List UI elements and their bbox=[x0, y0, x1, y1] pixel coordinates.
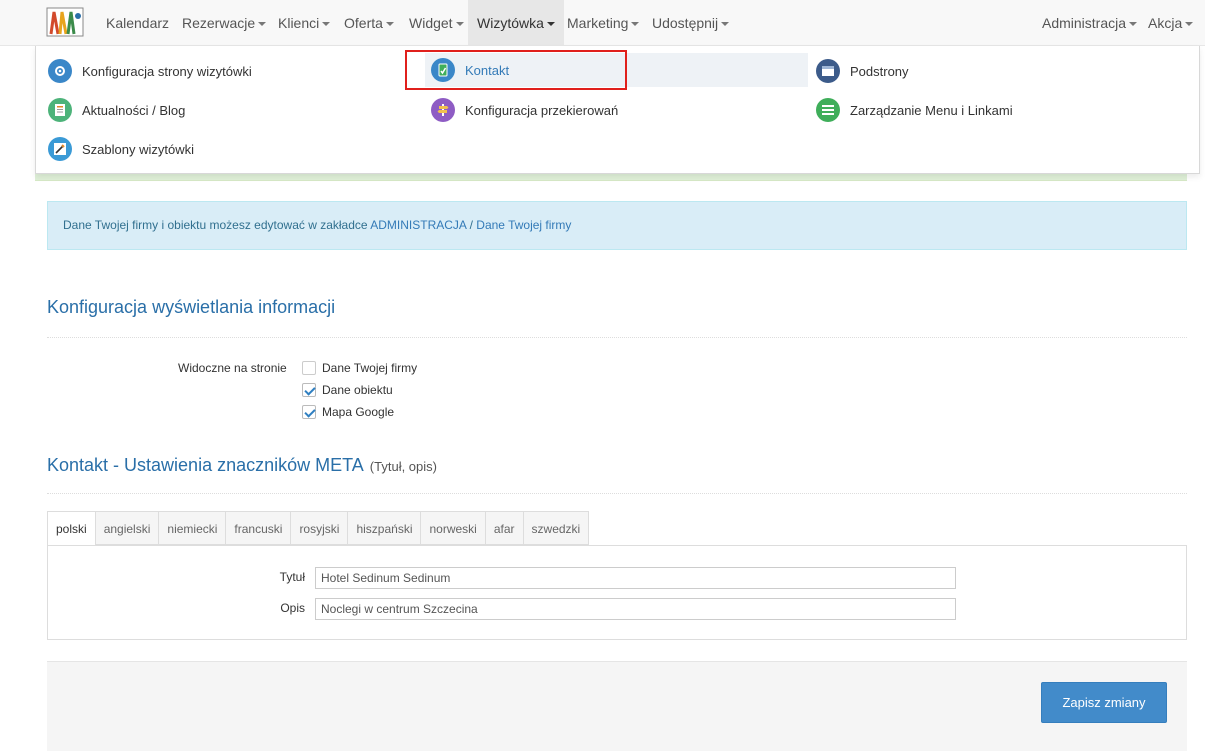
desc-input[interactable] bbox=[315, 598, 956, 620]
option-dane-firmy[interactable]: Dane Twojej firmy bbox=[302, 361, 417, 375]
caret-down-icon bbox=[385, 22, 394, 27]
desc-label: Opis bbox=[280, 601, 305, 615]
menu-zarzadzanie-menu[interactable]: Zarządzanie Menu i Linkami bbox=[816, 93, 1013, 127]
nav-akcja[interactable]: Akcja bbox=[1148, 0, 1194, 46]
language-tabs: polski angielski niemiecki francuski ros… bbox=[47, 511, 590, 546]
option-label: Mapa Google bbox=[322, 405, 395, 419]
meta-title-text: Kontakt - Ustawienia znaczników META bbox=[47, 455, 364, 475]
alert-text: Dane Twojej firmy i obiektu możesz edyto… bbox=[63, 218, 371, 232]
administracja-link[interactable]: ADMINISTRACJA bbox=[370, 218, 466, 232]
news-icon bbox=[48, 98, 72, 122]
menu-item-label: Konfiguracja strony wizytówki bbox=[82, 63, 252, 79]
nav-widget[interactable]: Widget bbox=[409, 0, 464, 46]
menu-item-label: Aktualności / Blog bbox=[82, 102, 186, 118]
nav-label: Klienci bbox=[278, 15, 320, 31]
title-label: Tytuł bbox=[279, 570, 305, 584]
caret-down-icon bbox=[721, 22, 730, 27]
meta-title: Kontakt - Ustawienia znaczników META (Tyt… bbox=[47, 455, 437, 476]
nav-label: Widget bbox=[409, 15, 453, 31]
menu-konfiguracja-strony[interactable]: Konfiguracja strony wizytówki bbox=[48, 54, 252, 88]
nav-label: Akcja bbox=[1148, 15, 1183, 31]
pencil-icon bbox=[48, 137, 72, 161]
nav-wizytowka[interactable]: Wizytówka bbox=[468, 0, 564, 46]
nav-label: Wizytówka bbox=[477, 15, 544, 31]
nav-label: Administracja bbox=[1042, 15, 1127, 31]
nav-kalendarz[interactable]: Kalendarz bbox=[106, 0, 169, 46]
nav-label: Udostępnij bbox=[652, 15, 719, 31]
menu-item-label: Zarządzanie Menu i Linkami bbox=[850, 102, 1013, 118]
nav-rezerwacje[interactable]: Rezerwacje bbox=[182, 0, 267, 46]
caret-down-icon bbox=[1185, 22, 1194, 27]
highlight-box bbox=[405, 50, 627, 90]
tab-panel: Tytuł Opis bbox=[47, 545, 1187, 640]
menu-szablony[interactable]: Szablony wizytówki bbox=[48, 132, 194, 166]
checkbox-dane-obiektu[interactable] bbox=[302, 383, 316, 397]
info-alert: Dane Twojej firmy i obiektu możesz edyto… bbox=[47, 201, 1187, 250]
visible-label: Widoczne na stronie bbox=[178, 361, 287, 375]
nav-label: Kalendarz bbox=[106, 15, 170, 31]
tab-norweski[interactable]: norweski bbox=[421, 511, 486, 545]
tab-rosyjski[interactable]: rosyjski bbox=[291, 511, 349, 545]
nav-label: Oferta bbox=[344, 15, 383, 31]
menu-przekierowania[interactable]: Konfiguracja przekierowań bbox=[431, 93, 618, 127]
form-footer: Zapisz zmiany bbox=[47, 661, 1187, 751]
alert-separator: / bbox=[466, 218, 477, 232]
signpost-icon bbox=[431, 98, 455, 122]
title-input[interactable] bbox=[315, 567, 956, 589]
logo[interactable] bbox=[46, 6, 84, 38]
divider bbox=[47, 337, 1187, 338]
window-icon bbox=[816, 59, 840, 83]
tab-niemiecki[interactable]: niemiecki bbox=[159, 511, 227, 545]
nav-administracja[interactable]: Administracja bbox=[1042, 0, 1138, 46]
tab-polski[interactable]: polski bbox=[47, 511, 96, 546]
top-navbar: Kalendarz Rezerwacje Klienci Oferta Widg… bbox=[0, 0, 1205, 46]
menu-item-label: Podstrony bbox=[850, 63, 909, 79]
caret-down-icon bbox=[258, 22, 267, 27]
tab-szwedzki[interactable]: szwedzki bbox=[523, 511, 590, 545]
tab-francuski[interactable]: francuski bbox=[226, 511, 292, 545]
menu-item-label: Konfiguracja przekierowań bbox=[465, 102, 619, 118]
option-mapa-google[interactable]: Mapa Google bbox=[302, 405, 394, 419]
dane-firmy-link[interactable]: Dane Twojej firmy bbox=[476, 218, 571, 232]
checkbox-mapa-google[interactable] bbox=[302, 405, 316, 419]
caret-down-icon bbox=[455, 22, 464, 27]
caret-down-icon bbox=[1129, 22, 1138, 27]
caret-down-icon bbox=[631, 22, 640, 27]
nav-oferta[interactable]: Oferta bbox=[344, 0, 394, 46]
checkbox-dane-firmy[interactable] bbox=[302, 361, 316, 375]
nav-udostepnij[interactable]: Udostępnij bbox=[652, 0, 730, 46]
nav-marketing[interactable]: Marketing bbox=[567, 0, 640, 46]
nav-klienci[interactable]: Klienci bbox=[278, 0, 331, 46]
logo-icon bbox=[46, 7, 84, 37]
divider bbox=[47, 493, 1187, 494]
menu-podstrony[interactable]: Podstrony bbox=[816, 54, 909, 88]
gear-icon bbox=[48, 59, 72, 83]
caret-down-icon bbox=[322, 22, 331, 27]
option-label: Dane obiektu bbox=[322, 383, 393, 397]
display-config-title: Konfiguracja wyświetlania informacji bbox=[47, 297, 336, 317]
option-dane-obiektu[interactable]: Dane obiektu bbox=[302, 383, 393, 397]
option-label: Dane Twojej firmy bbox=[322, 361, 418, 375]
tab-angielski[interactable]: angielski bbox=[95, 511, 160, 545]
menu-aktualnosci[interactable]: Aktualności / Blog bbox=[48, 93, 185, 127]
meta-subtitle: (Tytuł, opis) bbox=[369, 459, 437, 474]
nav-label: Rezerwacje bbox=[182, 15, 256, 31]
tab-hiszpanski[interactable]: hiszpański bbox=[348, 511, 422, 545]
list-icon bbox=[816, 98, 840, 122]
menu-item-label: Szablony wizytówki bbox=[82, 141, 194, 157]
nav-label: Marketing bbox=[567, 15, 629, 31]
save-button[interactable]: Zapisz zmiany bbox=[1041, 682, 1167, 723]
caret-down-icon bbox=[546, 22, 555, 27]
tab-afar[interactable]: afar bbox=[485, 511, 524, 545]
